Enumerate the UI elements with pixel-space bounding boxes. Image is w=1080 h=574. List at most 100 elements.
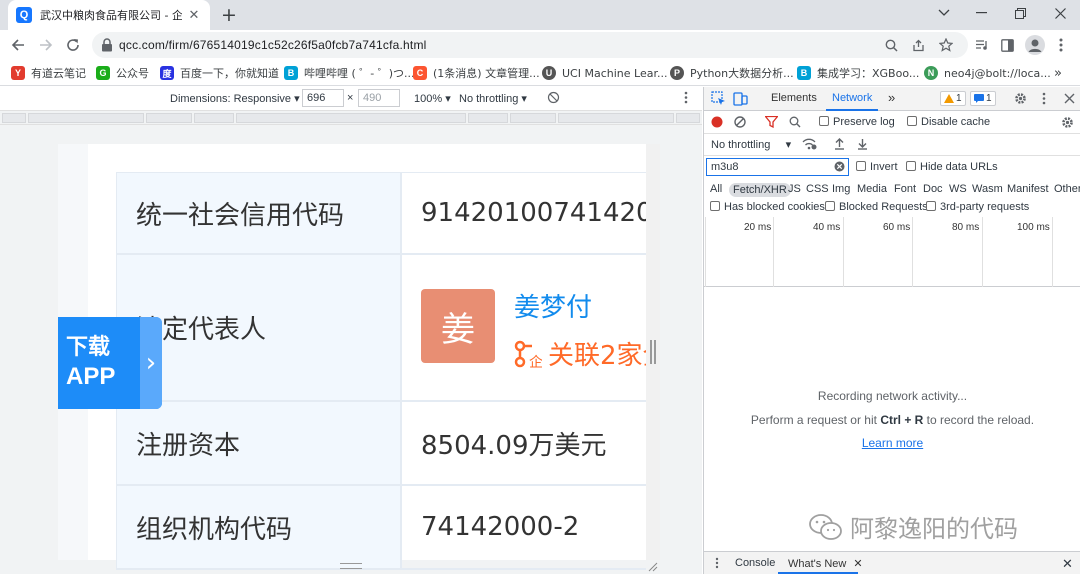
window-close-icon[interactable]	[1040, 0, 1080, 26]
reload-icon[interactable]	[61, 33, 85, 57]
import-har-icon[interactable]	[834, 138, 845, 153]
minimize-icon[interactable]	[962, 0, 1002, 26]
more-tabs-icon[interactable]: »	[888, 90, 895, 105]
bookmark-baidu[interactable]: 度百度一下，你就知道	[160, 64, 279, 82]
record-icon[interactable]	[711, 116, 723, 131]
new-tab-button[interactable]: +	[218, 4, 240, 26]
type-filter-manifest[interactable]: Manifest	[1007, 183, 1049, 195]
tab-network[interactable]: Network	[825, 92, 879, 111]
org-code-value: 74142000-2	[421, 512, 580, 542]
export-har-icon[interactable]	[857, 138, 868, 153]
type-filter-ws[interactable]: WS	[949, 183, 967, 195]
chrome-menu-icon[interactable]	[1051, 35, 1071, 55]
search-icon[interactable]	[789, 116, 801, 131]
learn-more-link[interactable]: Learn more	[704, 436, 1080, 450]
bookmark-neo4j[interactable]: Nneo4j@bolt://loca...	[924, 64, 1051, 82]
device-toggle-icon[interactable]	[733, 91, 748, 109]
wechat-mp-icon: G	[96, 66, 110, 80]
youdao-note-icon: Y	[11, 66, 25, 80]
zoom-icon[interactable]	[882, 36, 900, 54]
corner-resize-icon[interactable]	[648, 562, 658, 572]
devtools-close-icon[interactable]	[1064, 93, 1075, 107]
bookmark-xgboost[interactable]: B 集成学习：XGBoo...	[797, 64, 919, 82]
browser-tab[interactable]: Q 武汉中粮肉食品有限公司 - 企查查 ✕	[8, 0, 210, 30]
bookmark-bilibili[interactable]: B 哔哩哔哩 ( ゜- ゜)つ...	[284, 64, 415, 82]
tab-search-icon[interactable]	[924, 0, 964, 26]
device-height-input[interactable]: 490	[358, 89, 400, 107]
type-filter-doc[interactable]: Doc	[923, 183, 943, 195]
type-filter-wasm[interactable]: Wasm	[972, 183, 1003, 195]
type-filter-media[interactable]: Media	[857, 183, 887, 195]
drawer-tab-whats-new[interactable]: What's New ✕	[788, 557, 863, 570]
baidu-icon: 度	[160, 66, 174, 80]
tab-close-icon[interactable]: ✕	[186, 7, 202, 23]
back-arrow-icon[interactable]	[6, 33, 30, 57]
viewport-resize-handle[interactable]	[650, 340, 656, 364]
type-filter-js[interactable]: JS	[788, 183, 801, 195]
bookmark-wechat-mp[interactable]: G 公众号	[96, 64, 149, 82]
bookmark-youdao[interactable]: Y 有道云笔记	[11, 64, 86, 82]
hide-data-urls-checkbox[interactable]: Hide data URLs	[906, 161, 998, 173]
related-companies-link[interactable]: 企 关联2家企业	[514, 335, 646, 372]
device-width-input[interactable]: 696	[302, 89, 344, 107]
tab-elements[interactable]: Elements	[771, 92, 817, 104]
type-filter-all[interactable]: All	[710, 183, 722, 195]
row-label: 组织机构代码	[117, 486, 402, 568]
bookmarks-overflow-icon[interactable]: »	[1054, 64, 1062, 82]
type-filter-img[interactable]: Img	[832, 183, 850, 195]
device-throttling-select[interactable]: No throttling ▾	[459, 92, 527, 105]
blocked-requests-checkbox[interactable]: Blocked Requests	[825, 201, 928, 213]
bookmark-uci[interactable]: U UCI Machine Lear...	[542, 64, 667, 82]
profile-avatar-icon[interactable]	[1025, 35, 1045, 55]
filter-input[interactable]: m3u8	[706, 158, 849, 176]
drawer-tab-console[interactable]: Console	[735, 557, 775, 569]
side-panel-icon[interactable]	[997, 35, 1017, 55]
restore-icon[interactable]	[1000, 0, 1040, 26]
share-icon[interactable]	[909, 36, 927, 54]
messages-badge[interactable]: 1	[970, 91, 996, 106]
network-overview-timeline[interactable]: 20 ms 40 ms 60 ms 80 ms 100 ms	[704, 217, 1080, 287]
drawer-menu-icon[interactable]	[715, 557, 719, 572]
network-conditions-icon[interactable]	[802, 138, 817, 153]
network-settings-gear-icon[interactable]	[1061, 116, 1074, 132]
type-filter-css[interactable]: CSS	[806, 183, 829, 195]
message-icon	[974, 94, 984, 103]
drawer-tab-close-icon[interactable]: ✕	[853, 558, 862, 570]
download-app-button[interactable]: 下载 APP ›	[58, 317, 162, 409]
media-control-icon[interactable]	[972, 35, 992, 55]
globe-icon: U	[542, 66, 556, 80]
tab-strip: Q 武汉中粮肉食品有限公司 - 企查查 ✕ +	[0, 0, 1080, 30]
device-toolbar-menu-icon[interactable]	[684, 91, 688, 107]
rotate-icon[interactable]	[547, 91, 560, 107]
dimensions-select[interactable]: Dimensions: Responsive ▾	[170, 92, 300, 105]
bookmark-star-icon[interactable]	[937, 36, 955, 54]
bookmark-csdn[interactable]: C (1条消息) 文章管理...	[413, 64, 540, 82]
type-filter-font[interactable]: Font	[894, 183, 916, 195]
devtools-menu-icon[interactable]	[1042, 92, 1046, 108]
network-throttling-select[interactable]: No throttling ▾	[711, 138, 791, 151]
inspect-element-icon[interactable]	[711, 91, 726, 109]
clear-icon[interactable]	[734, 116, 746, 131]
legal-representative: 姜 姜梦付 企 关联2家企业	[402, 255, 646, 400]
has-blocked-cookies-checkbox[interactable]: Has blocked cookies	[710, 201, 825, 213]
zoom-select[interactable]: 100% ▾	[414, 92, 451, 105]
settings-gear-icon[interactable]	[1014, 92, 1027, 108]
bookmark-python[interactable]: P Python大数据分析...	[670, 64, 794, 82]
type-filter-fetch-xhr[interactable]: Fetch/XHR	[729, 183, 791, 197]
legal-rep-name-link[interactable]: 姜梦付	[514, 287, 592, 324]
address-bar[interactable]: qcc.com/firm/676514019c1c52c26f5a0fcb7a7…	[92, 32, 968, 58]
drawer-close-icon[interactable]: ✕	[1062, 556, 1073, 572]
preserve-log-checkbox[interactable]: Preserve log	[819, 116, 895, 128]
disable-cache-checkbox[interactable]: Disable cache	[907, 116, 990, 128]
clear-filter-icon[interactable]	[834, 161, 845, 175]
type-filter-other[interactable]: Other	[1054, 183, 1080, 195]
invert-checkbox[interactable]: Invert	[856, 161, 898, 173]
filter-icon[interactable]	[764, 115, 779, 131]
globe-icon: P	[670, 66, 684, 80]
third-party-requests-checkbox[interactable]: 3rd-party requests	[926, 201, 1029, 213]
dimension-separator: ×	[347, 92, 354, 104]
forward-arrow-icon[interactable]	[34, 33, 58, 57]
bottom-resize-handle[interactable]	[340, 563, 362, 569]
company-info-table: 统一社会信用代码 914201007414200 法定代表人 姜 姜梦付 企 关…	[116, 172, 646, 570]
warnings-badge[interactable]: 1	[940, 91, 966, 106]
